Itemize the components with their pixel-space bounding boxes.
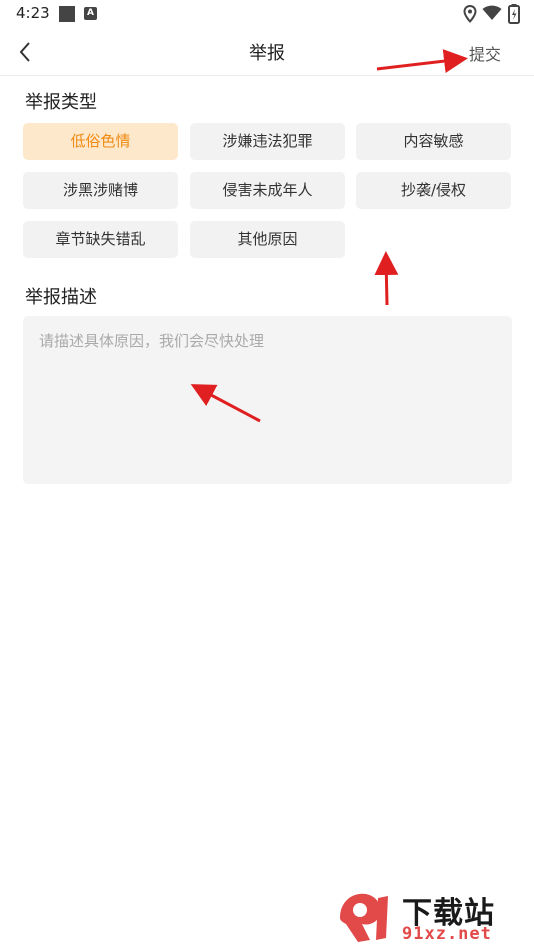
report-option-gang-gambling[interactable]: 涉黑涉赌博 bbox=[23, 172, 178, 209]
wifi-icon bbox=[482, 5, 502, 20]
a-icon: A bbox=[84, 7, 97, 20]
status-bar: 4:23 A bbox=[0, 0, 534, 28]
watermark: 下载站 91xz.net bbox=[332, 888, 528, 946]
report-option-plagiarism[interactable]: 抄袭/侵权 bbox=[356, 172, 511, 209]
watermark-logo-icon bbox=[340, 893, 388, 942]
arrow-to-options bbox=[374, 251, 399, 306]
battery-icon bbox=[508, 4, 520, 24]
report-option-vulgar[interactable]: 低俗色情 bbox=[23, 123, 178, 160]
report-option-sensitive[interactable]: 内容敏感 bbox=[356, 123, 511, 160]
submit-button[interactable]: 提交 bbox=[469, 41, 501, 65]
square-icon bbox=[59, 6, 75, 22]
watermark-url: 91xz.net bbox=[402, 924, 492, 944]
report-type-label: 举报类型 bbox=[25, 92, 97, 113]
report-option-minors[interactable]: 侵害未成年人 bbox=[190, 172, 345, 209]
report-option-other[interactable]: 其他原因 bbox=[190, 221, 345, 258]
report-description-input[interactable] bbox=[23, 316, 512, 484]
report-option-illegal[interactable]: 涉嫌违法犯罪 bbox=[190, 123, 345, 160]
report-description-label: 举报描述 bbox=[25, 287, 97, 308]
location-icon bbox=[463, 5, 477, 23]
top-app-bar: 举报 提交 bbox=[0, 28, 534, 76]
page-title: 举报 bbox=[249, 43, 285, 64]
report-option-chapter-missing[interactable]: 章节缺失错乱 bbox=[23, 221, 178, 258]
status-time: 4:23 bbox=[16, 4, 50, 22]
